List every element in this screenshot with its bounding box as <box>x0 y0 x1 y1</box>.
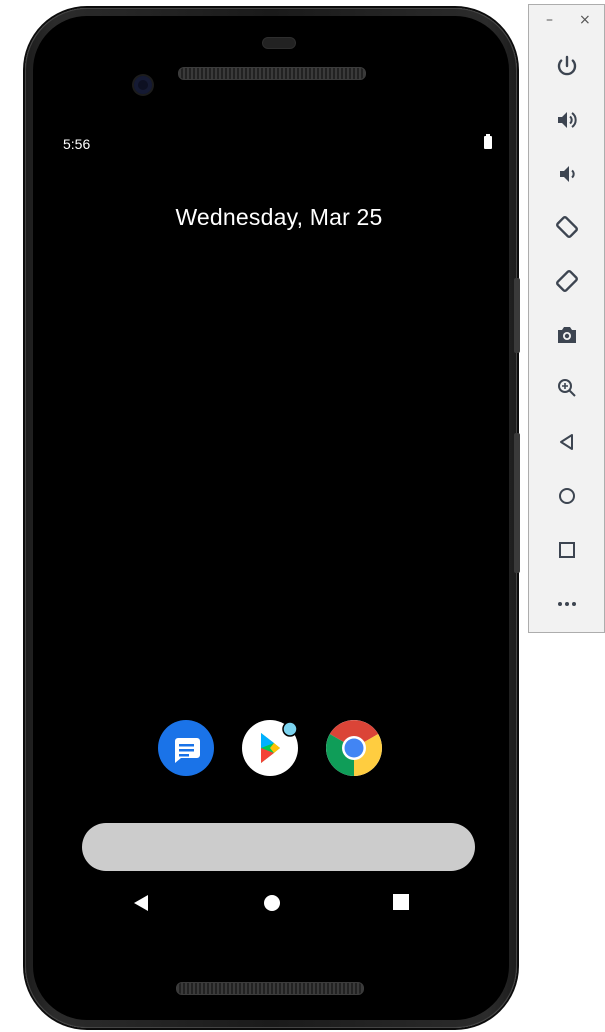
front-camera <box>134 76 152 94</box>
earpiece <box>262 37 296 49</box>
play-store-icon[interactable] <box>242 720 298 776</box>
screenshot-icon[interactable] <box>551 319 583 351</box>
phone-frame: 5:56 Wednesday, Mar 25 <box>25 8 520 1028</box>
chrome-icon[interactable] <box>326 720 382 776</box>
rotate-right-icon[interactable] <box>551 265 583 297</box>
home-icon[interactable] <box>551 480 583 512</box>
power-icon[interactable] <box>551 50 583 82</box>
rotate-left-icon[interactable] <box>551 211 583 243</box>
close-button[interactable]: × <box>579 13 591 27</box>
top-speaker <box>178 67 366 80</box>
minimize-button[interactable]: – <box>546 13 553 27</box>
recents-icon[interactable] <box>393 894 409 915</box>
status-time: 5:56 <box>63 136 91 152</box>
bottom-speaker <box>176 982 364 995</box>
volume-side-button <box>514 433 520 573</box>
zoom-icon[interactable] <box>551 372 583 404</box>
emulator-toolbar: – × <box>528 4 605 633</box>
volume-up-icon[interactable] <box>551 104 583 136</box>
back-icon[interactable] <box>551 426 583 458</box>
home-icon[interactable] <box>263 894 281 917</box>
messages-icon[interactable] <box>158 720 214 776</box>
power-side-button <box>514 278 520 353</box>
lock-date: Wednesday, Mar 25 <box>175 204 383 230</box>
volume-down-icon[interactable] <box>551 158 583 190</box>
device-screen[interactable]: 5:56 Wednesday, Mar 25 <box>33 16 509 1020</box>
back-icon[interactable] <box>133 894 149 917</box>
more-icon[interactable] <box>551 588 583 620</box>
battery-full-icon <box>484 134 492 149</box>
overview-icon[interactable] <box>551 534 583 566</box>
search-bar[interactable] <box>82 823 475 871</box>
